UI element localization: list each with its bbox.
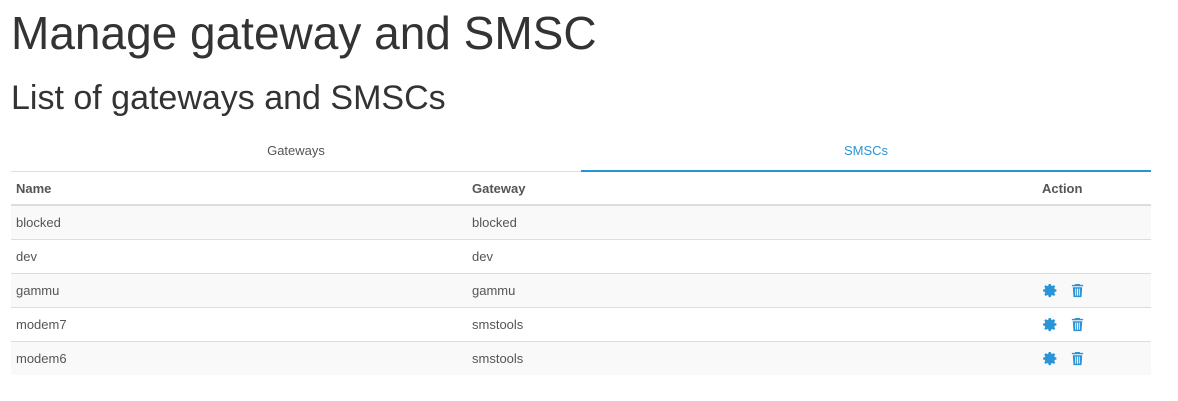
cell-name: modem6 [11,341,467,375]
cell-name: gammu [11,273,467,308]
section-title: List of gateways and SMSCs [11,79,446,117]
trash-icon[interactable] [1070,317,1085,332]
column-header-action: Action [1037,172,1151,206]
tab-gateways[interactable]: Gateways [11,132,581,171]
row-actions [1042,317,1146,332]
cell-action [1037,307,1151,342]
cell-gateway: gammu [467,273,1037,308]
table-row: modem7 smstools [11,307,1151,342]
gear-icon[interactable] [1043,351,1058,366]
cell-gateway: smstools [467,341,1037,375]
row-actions [1042,351,1146,366]
table-row: gammu gammu [11,273,1151,308]
column-header-name: Name [11,172,467,206]
gear-icon[interactable] [1043,283,1058,298]
cell-action [1037,273,1151,308]
cell-name: blocked [11,204,467,240]
cell-name: modem7 [11,307,467,342]
column-header-gateway: Gateway [467,172,1037,206]
table-row: modem6 smstools [11,341,1151,375]
smsc-table: Name Gateway Action blocked blocked dev … [11,172,1151,375]
table-header-row: Name Gateway Action [11,172,1151,206]
trash-icon[interactable] [1070,351,1085,366]
table-body: blocked blocked dev dev gammu gammu mode… [11,204,1151,375]
cell-action [1037,204,1151,240]
cell-gateway: smstools [467,307,1037,342]
cell-gateway: blocked [467,204,1037,240]
table-row: blocked blocked [11,204,1151,240]
gear-icon[interactable] [1043,317,1058,332]
page-title: Manage gateway and SMSC [11,7,597,59]
tab-bar: Gateways SMSCs [11,132,1151,172]
row-actions [1042,283,1146,298]
tab-smscs[interactable]: SMSCs [581,132,1151,172]
table-row: dev dev [11,239,1151,274]
trash-icon[interactable] [1070,283,1085,298]
cell-action [1037,341,1151,375]
cell-action [1037,239,1151,274]
cell-name: dev [11,239,467,274]
cell-gateway: dev [467,239,1037,274]
page: Manage gateway and SMSC List of gateways… [0,0,1178,401]
